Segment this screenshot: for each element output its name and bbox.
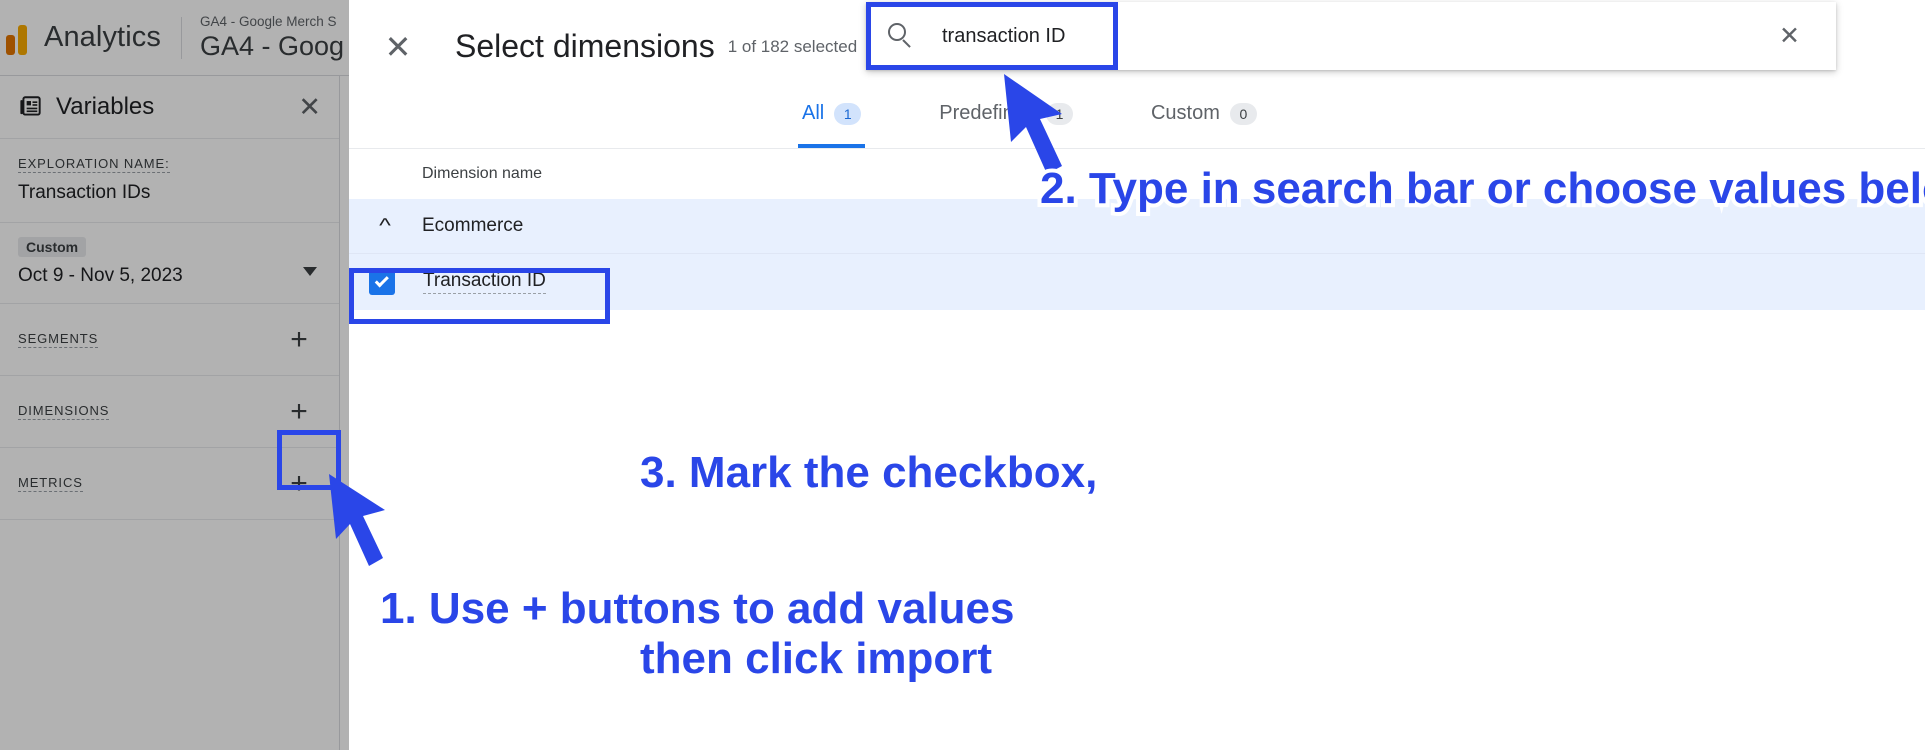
search-input[interactable]: transaction ID (866, 23, 1779, 49)
list-item[interactable]: Transaction ID (349, 254, 1925, 310)
tab-all[interactable]: All 1 (798, 93, 866, 148)
annotation-step-3: 3. Mark the checkbox, then click import (636, 318, 1101, 750)
selected-count: 1 of 182 selected (727, 36, 858, 56)
dimension-name-label: Transaction ID (423, 270, 546, 294)
annotation-step-2: 2. Type in search bar or choose values b… (1036, 160, 1925, 217)
dialog-tabs: All 1 Predefined 1 Custom 0 (349, 93, 1925, 149)
search-input-value: transaction ID (942, 24, 1066, 47)
search-icon (888, 23, 914, 49)
search-panel: transaction ID ✕ (866, 2, 1836, 70)
annotation-step-1: 1. Use + buttons to add values (376, 580, 1018, 637)
tab-custom-badge: 0 (1229, 102, 1257, 125)
tab-custom-label: Custom (1150, 102, 1220, 124)
chevron-up-icon[interactable]: ^ (363, 215, 408, 238)
tab-custom[interactable]: Custom 0 (1147, 93, 1261, 148)
tab-all-badge: 1 (834, 102, 862, 125)
dimension-group-label: Ecommerce (422, 215, 524, 236)
checkbox-checked-icon[interactable] (369, 269, 395, 295)
annotation-step-3-line1: 3. Mark the checkbox, (636, 444, 1101, 501)
dialog-title: Select dimensions (455, 28, 715, 64)
screen: Analytics GA4 - Google Merch S GA4 - Goo… (0, 0, 1925, 750)
close-icon[interactable]: ✕ (369, 31, 427, 63)
tab-all-label: All (802, 102, 825, 124)
arrow-pointer-icon (329, 474, 385, 566)
clear-icon[interactable]: ✕ (1779, 23, 1800, 49)
dialog-body-empty (349, 310, 1925, 750)
